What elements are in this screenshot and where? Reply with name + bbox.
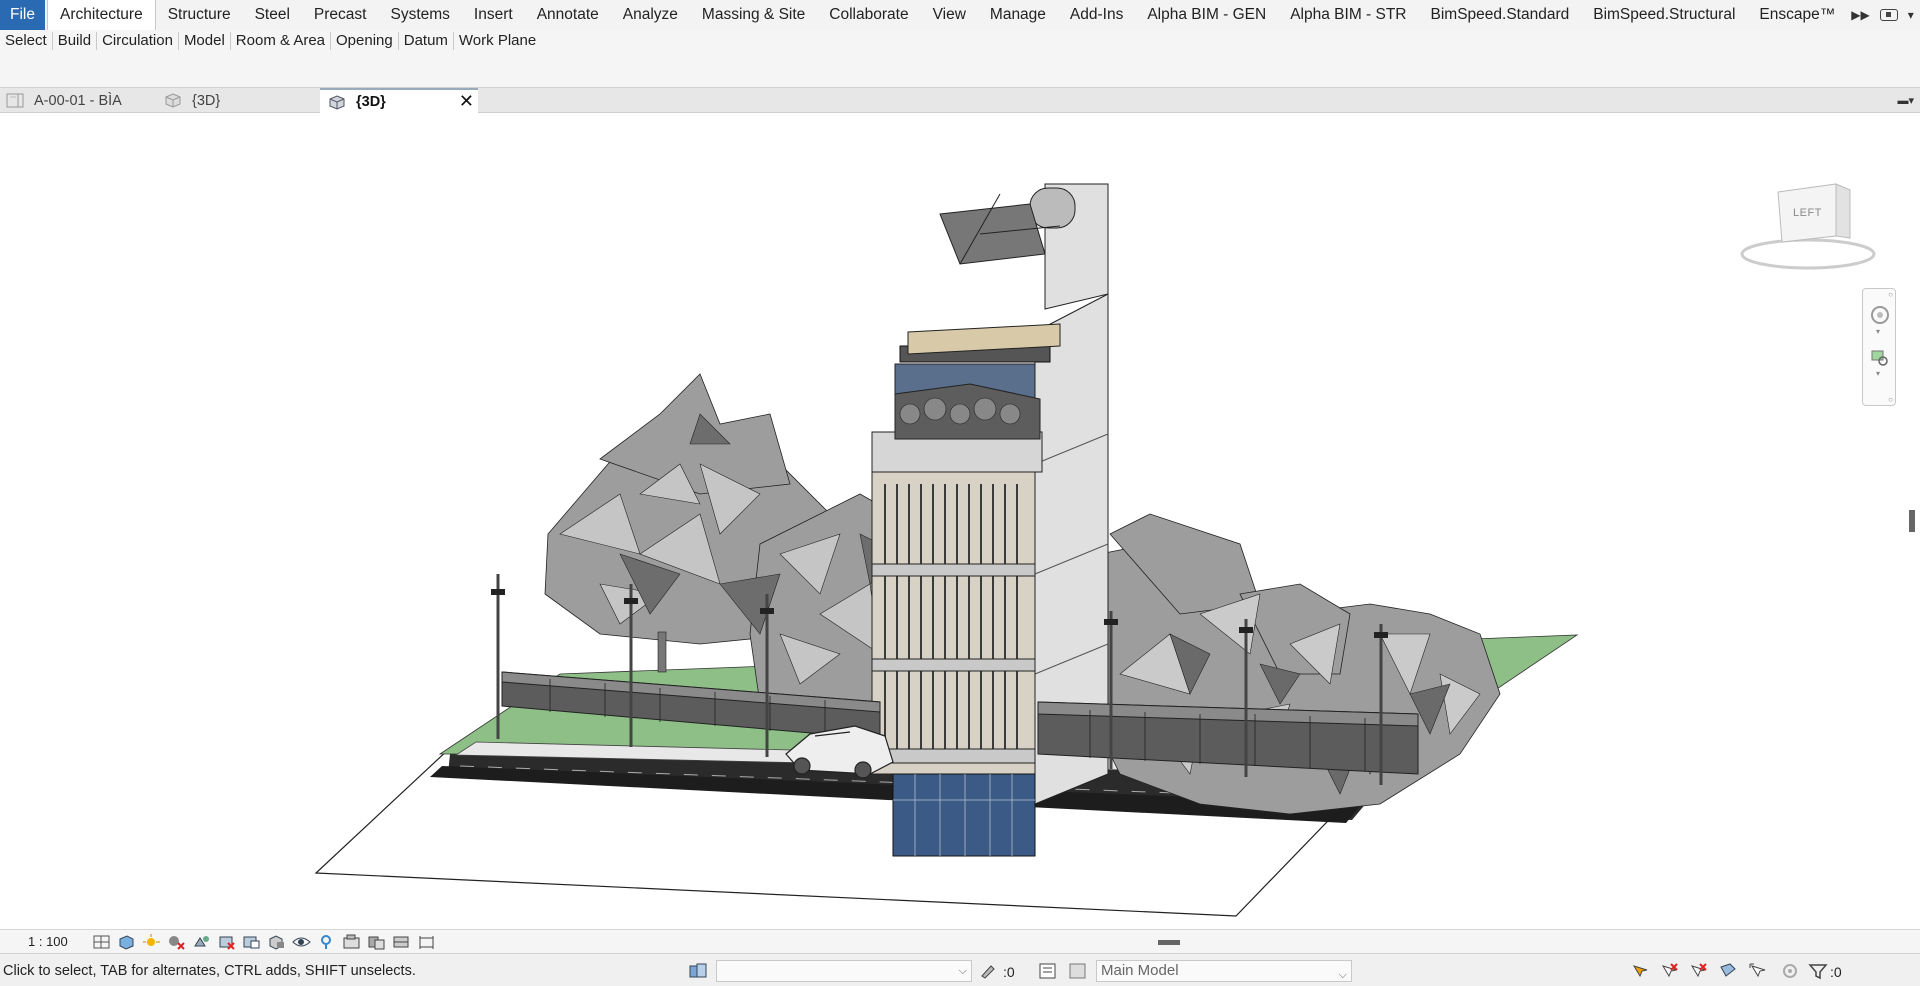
close-icon[interactable]: ○ [1888, 290, 1893, 299]
tab-systems[interactable]: Systems [378, 0, 461, 30]
sheet-icon [6, 93, 24, 108]
tab-structure[interactable]: Structure [156, 0, 243, 30]
filter-count: :0 [1830, 964, 1842, 980]
analytical-model-icon[interactable] [392, 934, 411, 950]
tab-list-menu-icon[interactable]: ▬▾ [1897, 94, 1914, 107]
panel-datum[interactable]: Datum [399, 32, 454, 50]
background-processes-icon[interactable] [1780, 962, 1800, 980]
panel-circulation[interactable]: Circulation [97, 32, 179, 50]
exclude-options-icon[interactable] [1068, 962, 1088, 980]
highlight-displacement-icon[interactable] [417, 934, 436, 950]
unlocked-3d-view-icon[interactable] [267, 934, 286, 950]
detail-level-icon[interactable] [92, 934, 111, 950]
horizontal-scroll-thumb[interactable] [1158, 940, 1180, 945]
status-hint: Click to select, TAB for alternates, CTR… [3, 963, 416, 979]
chevron-down-icon: ⌵ [958, 965, 967, 977]
tab-alpha-bim-gen[interactable]: Alpha BIM - GEN [1135, 0, 1278, 30]
view-control-bar: 1 : 100 [0, 929, 1920, 953]
tab-steel[interactable]: Steel [243, 0, 302, 30]
chevron-down-icon[interactable]: ▾ [1908, 8, 1914, 22]
crop-view-icon[interactable] [217, 934, 236, 950]
view-tab-3d-active[interactable]: {3D} ✕ [320, 88, 478, 114]
visual-style-icon[interactable] [117, 934, 136, 950]
view-cube[interactable]: LEFT [1738, 176, 1878, 276]
reveal-hidden-icon[interactable] [317, 934, 336, 950]
view-tab-sheet[interactable]: A-00-01 - BÌA [6, 88, 164, 113]
customize-icon[interactable]: ○ [1888, 395, 1893, 404]
tab-analyze[interactable]: Analyze [611, 0, 690, 30]
tab-add-ins[interactable]: Add-Ins [1058, 0, 1135, 30]
3d-view-icon [165, 93, 181, 108]
view-cube-graphic[interactable] [1738, 176, 1878, 276]
view-scale[interactable]: 1 : 100 [28, 934, 92, 949]
scroll-thumb[interactable] [1909, 510, 1915, 532]
sun-path-icon[interactable] [142, 933, 161, 950]
panel-opening[interactable]: Opening [331, 32, 399, 50]
chevron-down-icon: ⌵ [1338, 969, 1347, 981]
active-workset-select[interactable]: ⌵ [716, 960, 972, 982]
worksets-icon[interactable] [688, 962, 708, 980]
3d-view-icon [329, 94, 345, 110]
select-pinned-icon[interactable] [1688, 962, 1708, 980]
worksharing-display-icon[interactable] [367, 934, 386, 950]
editable-only-icon[interactable] [978, 962, 998, 980]
revit-window: File Architecture Structure Steel Precas… [0, 0, 1920, 986]
ribbon-toggle-icon[interactable] [1879, 9, 1898, 21]
status-bar: Click to select, TAB for alternates, CTR… [0, 953, 1920, 986]
panel-build[interactable]: Build [53, 32, 98, 50]
tab-precast[interactable]: Precast [302, 0, 379, 30]
chevron-down-icon[interactable]: ▾ [1876, 327, 1880, 336]
view-tab-3d-1[interactable]: {3D} [164, 88, 320, 113]
shadows-off-icon[interactable] [167, 934, 186, 950]
show-crop-region-icon[interactable] [242, 934, 261, 950]
tab-massing-site[interactable]: Massing & Site [690, 0, 817, 30]
select-underlay-icon[interactable] [1659, 962, 1679, 980]
tab-insert[interactable]: Insert [462, 0, 525, 30]
view-tab-label: {3D} [192, 92, 221, 109]
view-tab-label: {3D} [356, 94, 386, 110]
drag-elements-icon[interactable] [1748, 962, 1768, 980]
view-cube-face-label[interactable]: LEFT [1793, 207, 1822, 219]
tab-view[interactable]: View [921, 0, 978, 30]
ribbon-panel: Select Build Circulation Model Room & Ar… [0, 30, 1920, 88]
view-tab-label: A-00-01 - BÌA [34, 92, 122, 109]
tab-bimspeed-structural[interactable]: BimSpeed.Structural [1581, 0, 1747, 30]
tab-manage[interactable]: Manage [978, 0, 1058, 30]
tab-collaborate[interactable]: Collaborate [817, 0, 920, 30]
building-3d-model[interactable] [0, 114, 1906, 929]
tab-bimspeed-standard[interactable]: BimSpeed.Standard [1419, 0, 1582, 30]
panel-select[interactable]: Select [0, 32, 53, 50]
select-links-icon[interactable] [1630, 962, 1650, 980]
steering-wheel-icon[interactable] [1870, 305, 1890, 325]
panel-model[interactable]: Model [179, 32, 231, 50]
select-by-face-icon[interactable] [1718, 962, 1738, 980]
panel-work-plane[interactable]: Work Plane [454, 32, 541, 50]
panel-room-area[interactable]: Room & Area [231, 32, 332, 50]
ribbon-tab-bar: File Architecture Structure Steel Precas… [0, 0, 1920, 30]
temporary-view-properties-icon[interactable] [342, 934, 361, 950]
render-dialog-icon[interactable] [192, 934, 211, 950]
navigation-bar: ○ ▾ ▾ ○ [1862, 288, 1896, 406]
zoom-icon[interactable] [1871, 349, 1889, 367]
view-tab-bar: A-00-01 - BÌA {3D} {3D} ✕ ▬▾ [0, 88, 1920, 114]
close-icon[interactable]: ✕ [459, 91, 474, 112]
design-option-value: Main Model [1101, 962, 1179, 979]
tab-alpha-bim-str[interactable]: Alpha BIM - STR [1278, 0, 1418, 30]
file-tab[interactable]: File [0, 0, 45, 30]
tab-annotate[interactable]: Annotate [525, 0, 611, 30]
3d-viewport[interactable]: LEFT ○ ▾ ▾ ○ [0, 114, 1906, 929]
design-option-select[interactable]: Main Model ⌵ [1096, 960, 1352, 982]
vertical-scrollbar[interactable] [1906, 114, 1920, 929]
editable-count: :0 [1003, 964, 1015, 980]
design-options-icon[interactable] [1038, 962, 1058, 980]
tab-architecture[interactable]: Architecture [46, 0, 156, 30]
filter-icon[interactable] [1808, 962, 1828, 980]
chevron-down-icon[interactable]: ▾ [1876, 369, 1880, 378]
more-tabs-icon[interactable]: ▶▶ [1851, 8, 1869, 22]
temporary-hide-icon[interactable] [292, 934, 311, 950]
tab-enscape[interactable]: Enscape™ [1747, 0, 1847, 30]
